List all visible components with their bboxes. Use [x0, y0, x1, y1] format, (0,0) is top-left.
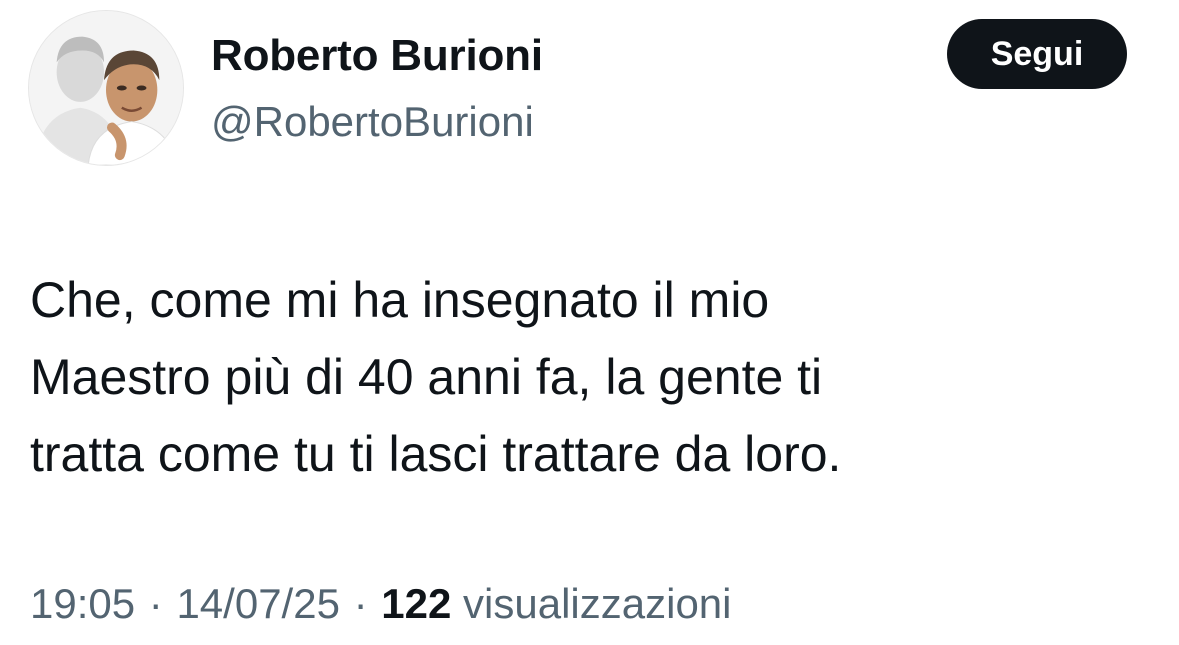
avatar[interactable]: [28, 10, 184, 166]
tweet-text-line: Maestro più di 40 anni fa, la gente ti: [30, 349, 823, 405]
tweet-meta: 19:05 · 14/07/25 · 122 visualizzazioni: [30, 578, 732, 630]
tweet-text-line: Che, come mi ha insegnato il mio: [30, 272, 770, 328]
tweet-time[interactable]: 19:05: [30, 580, 135, 627]
tweet-text: Che, come mi ha insegnato il mio Maestro…: [30, 262, 1140, 493]
author-display-name[interactable]: Roberto Burioni: [211, 30, 543, 82]
author-handle[interactable]: @RobertoBurioni: [211, 96, 534, 148]
tweet-date[interactable]: 14/07/25: [176, 580, 340, 627]
meta-separator: ·: [148, 580, 163, 627]
tweet-text-line: tratta come tu ti lasci trattare da loro…: [30, 426, 842, 482]
meta-separator: ·: [353, 580, 368, 627]
tweet-card: Roberto Burioni @RobertoBurioni Segui Ch…: [0, 0, 1179, 645]
profile-photo-icon: [29, 11, 183, 165]
views-label[interactable]: visualizzazioni: [463, 580, 731, 627]
views-count[interactable]: 122: [381, 580, 451, 627]
follow-button[interactable]: Segui: [947, 19, 1127, 89]
